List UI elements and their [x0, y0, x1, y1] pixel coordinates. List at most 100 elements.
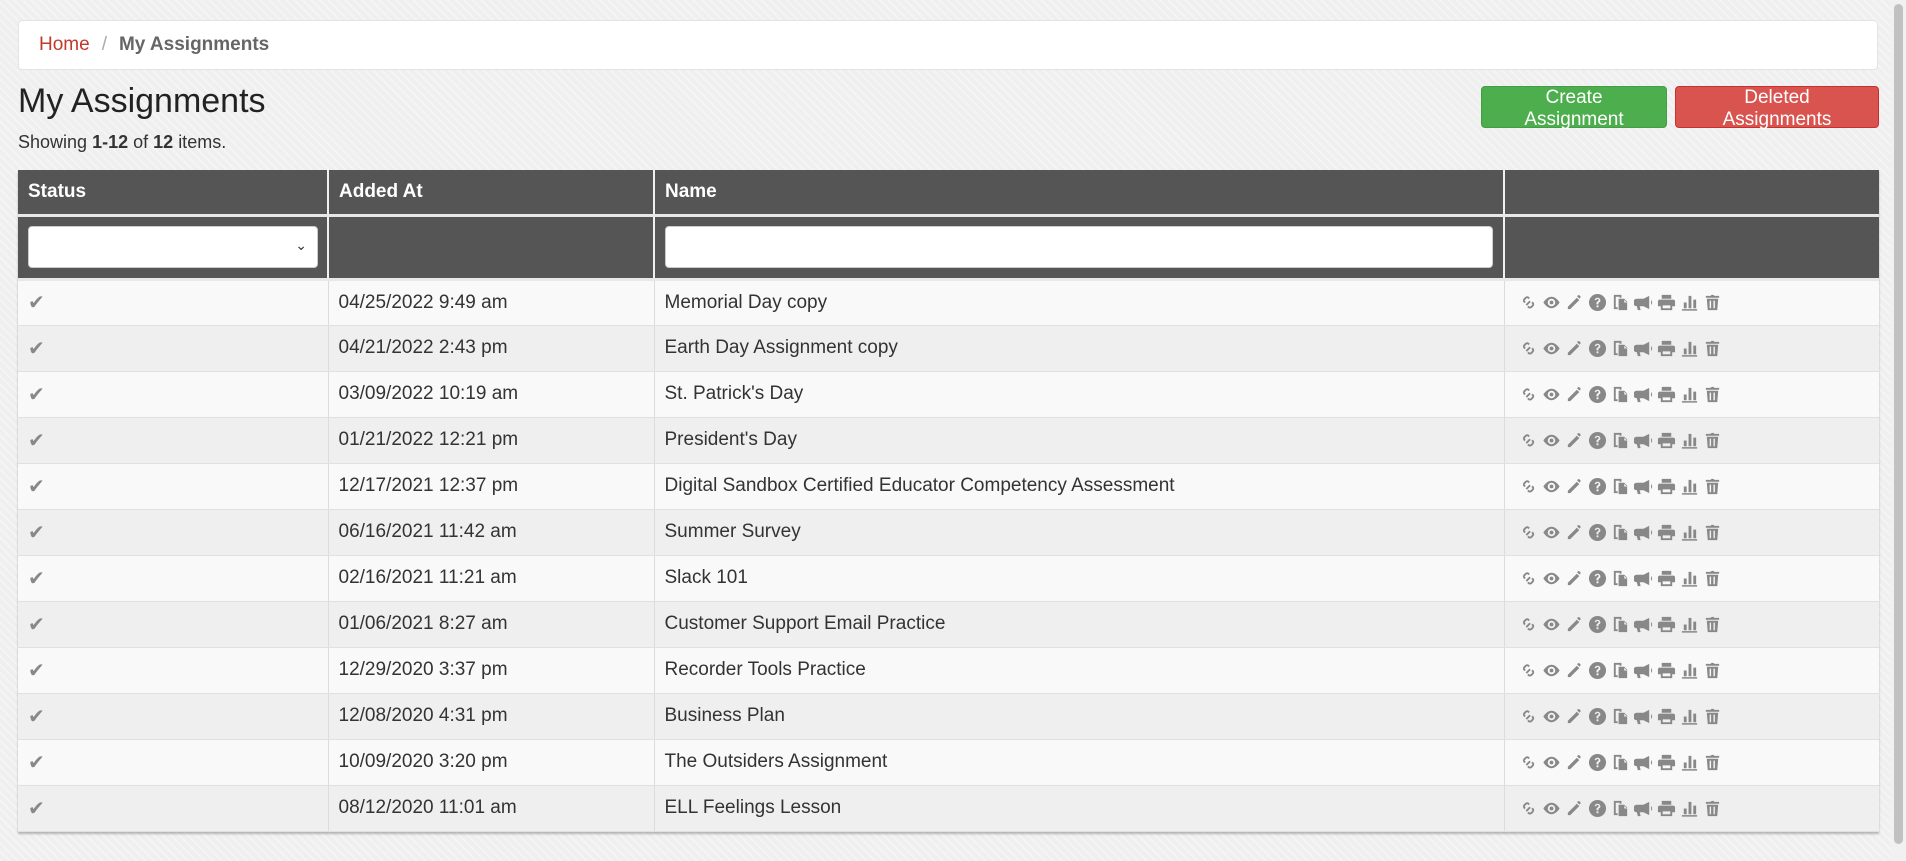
- question-icon[interactable]: [1588, 707, 1607, 726]
- megaphone-icon[interactable]: [1632, 661, 1653, 680]
- eye-icon[interactable]: [1542, 523, 1561, 542]
- pencil-icon[interactable]: [1565, 799, 1584, 818]
- megaphone-icon[interactable]: [1632, 707, 1653, 726]
- print-icon[interactable]: [1657, 523, 1676, 542]
- link-icon[interactable]: [1519, 477, 1538, 496]
- question-icon[interactable]: [1588, 523, 1607, 542]
- pencil-icon[interactable]: [1565, 615, 1584, 634]
- table-row[interactable]: ✔ 03/09/2022 10:19 am St. Patrick's Day: [18, 371, 1879, 418]
- print-icon[interactable]: [1657, 477, 1676, 496]
- create-assignment-button[interactable]: Create Assignment: [1481, 86, 1667, 130]
- question-icon[interactable]: [1588, 661, 1607, 680]
- question-icon[interactable]: [1588, 293, 1607, 312]
- megaphone-icon[interactable]: [1632, 431, 1653, 450]
- table-row[interactable]: ✔ 01/21/2022 12:21 pm President's Day: [18, 417, 1879, 464]
- link-icon[interactable]: [1519, 339, 1538, 358]
- trash-icon[interactable]: [1703, 661, 1722, 680]
- status-filter-select[interactable]: ⌄: [28, 226, 318, 268]
- trash-icon[interactable]: [1703, 799, 1722, 818]
- print-icon[interactable]: [1657, 431, 1676, 450]
- table-row[interactable]: ✔ 08/12/2020 11:01 am ELL Feelings Lesson: [18, 785, 1879, 832]
- deleted-assignments-button[interactable]: Deleted Assignments: [1675, 86, 1879, 130]
- table-row[interactable]: ✔ 04/25/2022 9:49 am Memorial Day copy: [18, 279, 1879, 326]
- copy-icon[interactable]: [1611, 385, 1630, 404]
- link-icon[interactable]: [1519, 615, 1538, 634]
- question-icon[interactable]: [1588, 615, 1607, 634]
- print-icon[interactable]: [1657, 615, 1676, 634]
- trash-icon[interactable]: [1703, 339, 1722, 358]
- page-scrollbar[interactable]: [1891, 0, 1906, 861]
- print-icon[interactable]: [1657, 707, 1676, 726]
- link-icon[interactable]: [1519, 707, 1538, 726]
- print-icon[interactable]: [1657, 569, 1676, 588]
- copy-icon[interactable]: [1611, 753, 1630, 772]
- name-filter-input[interactable]: [665, 226, 1493, 268]
- trash-icon[interactable]: [1703, 293, 1722, 312]
- copy-icon[interactable]: [1611, 707, 1630, 726]
- bar-chart-icon[interactable]: [1680, 385, 1699, 404]
- trash-icon[interactable]: [1703, 523, 1722, 542]
- copy-icon[interactable]: [1611, 523, 1630, 542]
- breadcrumb-home-link[interactable]: Home: [39, 34, 90, 56]
- pencil-icon[interactable]: [1565, 385, 1584, 404]
- copy-icon[interactable]: [1611, 569, 1630, 588]
- print-icon[interactable]: [1657, 293, 1676, 312]
- eye-icon[interactable]: [1542, 707, 1561, 726]
- question-icon[interactable]: [1588, 753, 1607, 772]
- bar-chart-icon[interactable]: [1680, 293, 1699, 312]
- eye-icon[interactable]: [1542, 615, 1561, 634]
- bar-chart-icon[interactable]: [1680, 799, 1699, 818]
- print-icon[interactable]: [1657, 385, 1676, 404]
- trash-icon[interactable]: [1703, 385, 1722, 404]
- pencil-icon[interactable]: [1565, 523, 1584, 542]
- question-icon[interactable]: [1588, 431, 1607, 450]
- bar-chart-icon[interactable]: [1680, 707, 1699, 726]
- copy-icon[interactable]: [1611, 615, 1630, 634]
- bar-chart-icon[interactable]: [1680, 661, 1699, 680]
- question-icon[interactable]: [1588, 477, 1607, 496]
- copy-icon[interactable]: [1611, 661, 1630, 680]
- pencil-icon[interactable]: [1565, 753, 1584, 772]
- trash-icon[interactable]: [1703, 477, 1722, 496]
- copy-icon[interactable]: [1611, 431, 1630, 450]
- pencil-icon[interactable]: [1565, 569, 1584, 588]
- megaphone-icon[interactable]: [1632, 799, 1653, 818]
- link-icon[interactable]: [1519, 661, 1538, 680]
- print-icon[interactable]: [1657, 661, 1676, 680]
- trash-icon[interactable]: [1703, 431, 1722, 450]
- table-row[interactable]: ✔ 12/08/2020 4:31 pm Business Plan: [18, 693, 1879, 740]
- link-icon[interactable]: [1519, 293, 1538, 312]
- bar-chart-icon[interactable]: [1680, 753, 1699, 772]
- eye-icon[interactable]: [1542, 293, 1561, 312]
- column-header-name[interactable]: Name: [654, 170, 1505, 217]
- copy-icon[interactable]: [1611, 477, 1630, 496]
- question-icon[interactable]: [1588, 569, 1607, 588]
- pencil-icon[interactable]: [1565, 661, 1584, 680]
- megaphone-icon[interactable]: [1632, 477, 1653, 496]
- print-icon[interactable]: [1657, 339, 1676, 358]
- table-row[interactable]: ✔ 12/29/2020 3:37 pm Recorder Tools Practi…: [18, 647, 1879, 694]
- link-icon[interactable]: [1519, 385, 1538, 404]
- eye-icon[interactable]: [1542, 569, 1561, 588]
- megaphone-icon[interactable]: [1632, 523, 1653, 542]
- pencil-icon[interactable]: [1565, 339, 1584, 358]
- trash-icon[interactable]: [1703, 569, 1722, 588]
- eye-icon[interactable]: [1542, 339, 1561, 358]
- megaphone-icon[interactable]: [1632, 385, 1653, 404]
- pencil-icon[interactable]: [1565, 431, 1584, 450]
- eye-icon[interactable]: [1542, 385, 1561, 404]
- eye-icon[interactable]: [1542, 753, 1561, 772]
- eye-icon[interactable]: [1542, 661, 1561, 680]
- scrollbar-thumb[interactable]: [1894, 4, 1903, 844]
- table-row[interactable]: ✔ 01/06/2021 8:27 am Customer Support Emai…: [18, 601, 1879, 648]
- megaphone-icon[interactable]: [1632, 293, 1653, 312]
- table-row[interactable]: ✔ 02/16/2021 11:21 am Slack 101: [18, 555, 1879, 602]
- question-icon[interactable]: [1588, 385, 1607, 404]
- megaphone-icon[interactable]: [1632, 615, 1653, 634]
- column-header-status[interactable]: Status: [18, 170, 329, 217]
- column-header-added-at[interactable]: Added At: [328, 170, 655, 217]
- trash-icon[interactable]: [1703, 615, 1722, 634]
- megaphone-icon[interactable]: [1632, 339, 1653, 358]
- print-icon[interactable]: [1657, 799, 1676, 818]
- copy-icon[interactable]: [1611, 339, 1630, 358]
